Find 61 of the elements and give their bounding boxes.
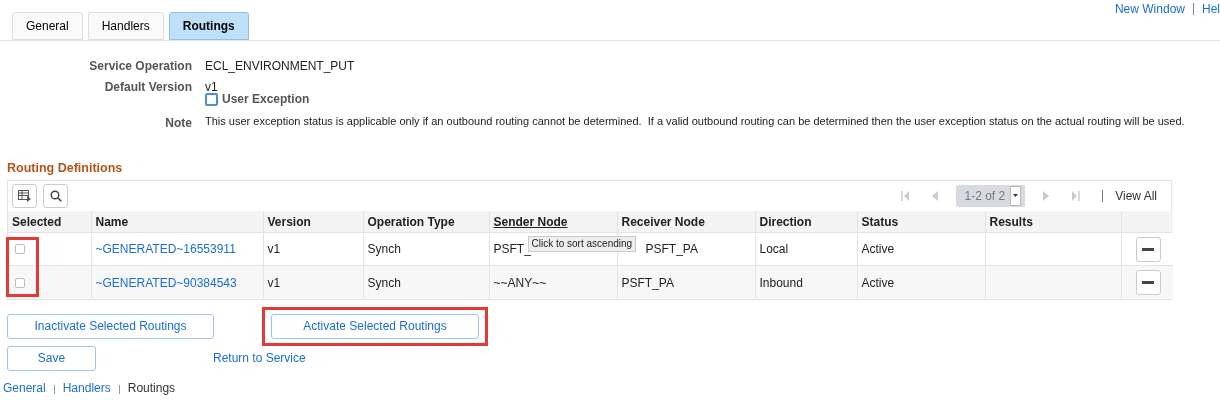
table-cell: Inbound	[759, 275, 803, 290]
footer-link[interactable]: Handlers	[62, 378, 111, 397]
row-checkbox[interactable]	[15, 244, 25, 255]
field-label: Default Version	[103, 80, 192, 96]
field-label: Note	[164, 116, 192, 130]
page-range-dropdown[interactable]: 1-2 of 2	[956, 184, 1026, 207]
table-cell: PSFT_PA	[621, 275, 674, 290]
delete-row-button[interactable]	[1135, 236, 1161, 262]
inactivate-button[interactable]: Inactivate Selected Routings	[7, 313, 214, 339]
minus-icon	[1142, 247, 1154, 251]
field-label: Service Operation	[88, 59, 192, 73]
search-icon	[49, 189, 62, 202]
tab[interactable]: General	[12, 12, 83, 40]
column-header: Selected	[12, 214, 62, 229]
column-header: Status	[861, 214, 899, 229]
delete-row-button[interactable]	[1135, 270, 1161, 295]
last-page-icon	[1071, 190, 1081, 201]
column-header: Name	[95, 214, 129, 229]
view-all-link[interactable]: View All	[1115, 186, 1157, 205]
column-header[interactable]: Sender Node	[493, 214, 568, 229]
next-page-icon	[1043, 190, 1050, 201]
routing-name-link[interactable]: ~GENERATED~90384543	[95, 275, 237, 290]
column-header: Direction	[759, 214, 812, 229]
current-page-label: Routings	[127, 379, 176, 397]
table-cell: v1	[267, 275, 281, 290]
row-checkbox[interactable]	[15, 277, 25, 288]
field-value: v1	[205, 80, 218, 94]
table-cell: Active	[861, 242, 895, 257]
table-cell: Synch	[367, 275, 401, 290]
note-text: This user exception status is applicable only if an outbound routing cannot be determined. If a valid outbound routing can be determined then the user exception status on the actual routing will be used.	[205, 114, 1186, 129]
highlight-frame	[6, 236, 39, 297]
routing-name-link[interactable]: ~GENERATED~16553911	[95, 242, 236, 257]
column-header: Version	[267, 214, 311, 229]
return-link[interactable]: Return to Service	[213, 349, 306, 368]
table-cell: Active	[861, 275, 895, 290]
tab[interactable]: Handlers	[87, 12, 164, 40]
grid-settings-icon	[18, 189, 31, 202]
tab[interactable]: Routings	[168, 12, 249, 40]
personalize-button[interactable]	[12, 183, 37, 208]
table-cell: Local	[759, 242, 789, 257]
column-header: Results	[989, 214, 1033, 229]
column-header: Receiver Node	[621, 214, 705, 229]
field-value: ECL_ENVIRONMENT_PUT	[205, 59, 356, 73]
checkbox[interactable]	[205, 92, 218, 106]
header-link[interactable]: New Window	[1114, 0, 1185, 18]
activate-button[interactable]: Activate Selected Routings	[271, 313, 479, 339]
minus-icon	[1142, 281, 1154, 284]
section-title: Routing Definitions	[7, 160, 123, 177]
search-button[interactable]	[43, 183, 68, 208]
column-header: Operation Type	[367, 214, 455, 229]
caret-icon	[1013, 194, 1019, 198]
previous-page-icon	[932, 190, 939, 201]
checkbox-label: User Exception	[222, 92, 310, 106]
footer-link[interactable]: General	[3, 378, 46, 397]
first-page-icon	[901, 190, 911, 201]
table-cell: ~~ANY~~	[493, 275, 547, 290]
header-link[interactable]: Hel	[1202, 0, 1220, 18]
table-cell: Synch	[367, 242, 401, 257]
tooltip: Click to sort ascending	[527, 236, 637, 253]
save-button[interactable]: Save	[7, 345, 96, 371]
table-cell: v1	[267, 242, 281, 257]
